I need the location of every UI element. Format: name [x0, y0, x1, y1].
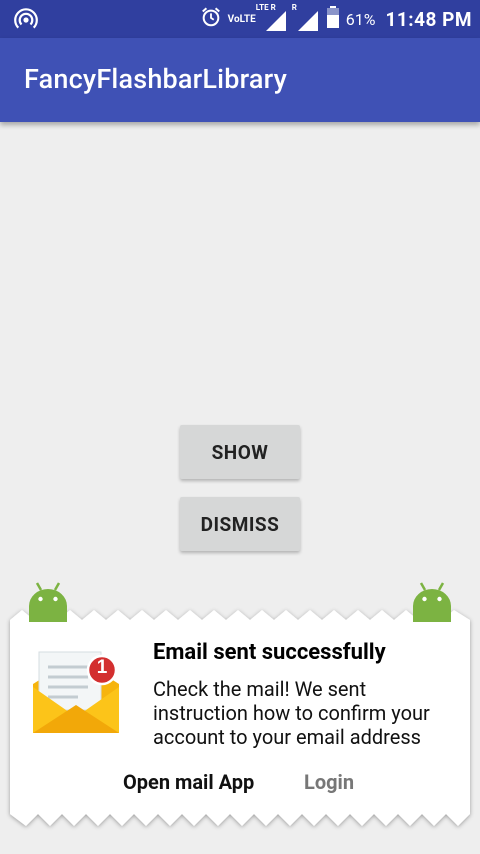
battery-percent: 61% [345, 9, 376, 29]
clock: 11:48 PM [385, 7, 472, 31]
volte-indicator: VoLTE [227, 13, 256, 25]
notification-badge-count: 1 [96, 657, 108, 678]
hotspot-icon [14, 8, 38, 36]
android-robot-right-icon [412, 580, 452, 626]
alarm-icon [200, 6, 222, 32]
app-bar: FancyFlashbarLibrary [0, 38, 480, 122]
android-robot-left-icon [28, 580, 68, 626]
signal-roaming-icon: R [292, 3, 320, 31]
open-mail-app-button[interactable]: Open mail App [123, 770, 254, 794]
flashbar-title: Email sent successfully [153, 640, 386, 665]
show-button[interactable]: SHOW [180, 425, 300, 479]
flashbar-message: Check the mail! We sent instruction how … [153, 677, 430, 749]
dismiss-button[interactable]: DISMISS [180, 497, 300, 551]
status-bar: VoLTE LTE R R 61% 11:48 PM [0, 0, 480, 38]
email-notification-icon: 1 [30, 649, 122, 741]
signal-lte-icon: LTE R [256, 3, 288, 31]
login-button[interactable]: Login [304, 770, 354, 794]
battery-icon [326, 5, 340, 33]
app-title: FancyFlashbarLibrary [24, 63, 288, 95]
